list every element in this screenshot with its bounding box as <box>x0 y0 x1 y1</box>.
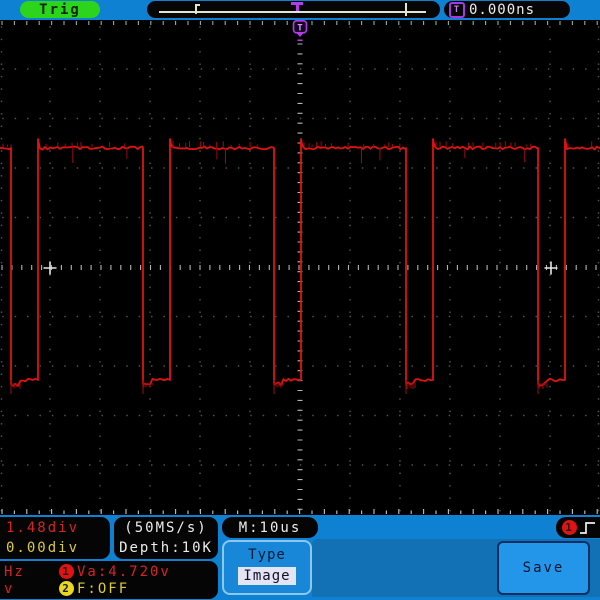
oscilloscope-screen: Trig T 0.000ns T 1.48div 0.00div (50MS/s… <box>0 0 600 600</box>
ch2-measurement-value: F:OFF <box>77 580 130 597</box>
volt-unit-label: v <box>4 580 15 597</box>
graticule-and-waveform: T <box>0 20 600 514</box>
channel-2-badge: 2 <box>59 581 74 596</box>
record-position-bar <box>147 1 440 18</box>
trigger-status-pill: Trig <box>20 1 100 18</box>
measurement-box: Hz 1 Va:4.720v v 2 F:OFF <box>0 561 218 599</box>
save-button[interactable]: Save <box>497 541 590 595</box>
window-right-tick <box>405 3 407 16</box>
top-status-bar: Trig T 0.000ns <box>0 0 600 20</box>
horizontal-offset-readout: 1.48div 0.00div <box>0 517 110 559</box>
record-line <box>159 11 426 13</box>
rising-edge-icon <box>580 521 595 534</box>
type-label: Type <box>248 547 286 563</box>
timebase-readout: M:10us <box>222 517 318 538</box>
type-menu-button[interactable]: Type Image <box>222 540 312 595</box>
channel-1-badge: 1 <box>59 564 74 579</box>
trigger-time-value: 0.000ns <box>469 1 536 18</box>
window-left-bracket <box>195 4 200 14</box>
svg-text:T: T <box>297 24 303 34</box>
type-selected-value: Image <box>238 567 296 585</box>
trigger-position-flag-icon <box>291 2 303 11</box>
trigger-t-icon: T <box>449 1 465 18</box>
freq-unit-label: Hz <box>4 563 25 580</box>
memory-depth: Depth:10K <box>119 540 213 556</box>
bottom-status-bar: 1.48div 0.00div (50MS/s) Depth:10K M:10u… <box>0 515 600 600</box>
trigger-source-indicator: 1 <box>556 517 600 538</box>
trigger-time-pill: T 0.000ns <box>444 1 570 18</box>
trigger-status-label: Trig <box>39 1 81 18</box>
ch2-horizontal-div: 0.00div <box>6 540 80 556</box>
measurement-row-1: Hz 1 Va:4.720v <box>4 563 218 580</box>
acquisition-readout: (50MS/s) Depth:10K <box>114 517 218 559</box>
channel-1-badge: 1 <box>562 520 577 535</box>
sample-rate: (50MS/s) <box>124 520 208 536</box>
ch1-horizontal-div: 1.48div <box>6 520 80 536</box>
waveform-display[interactable]: T <box>0 20 600 515</box>
ch1-measurement-value: Va:4.720v <box>77 563 171 580</box>
measurement-row-2: v 2 F:OFF <box>4 580 218 597</box>
